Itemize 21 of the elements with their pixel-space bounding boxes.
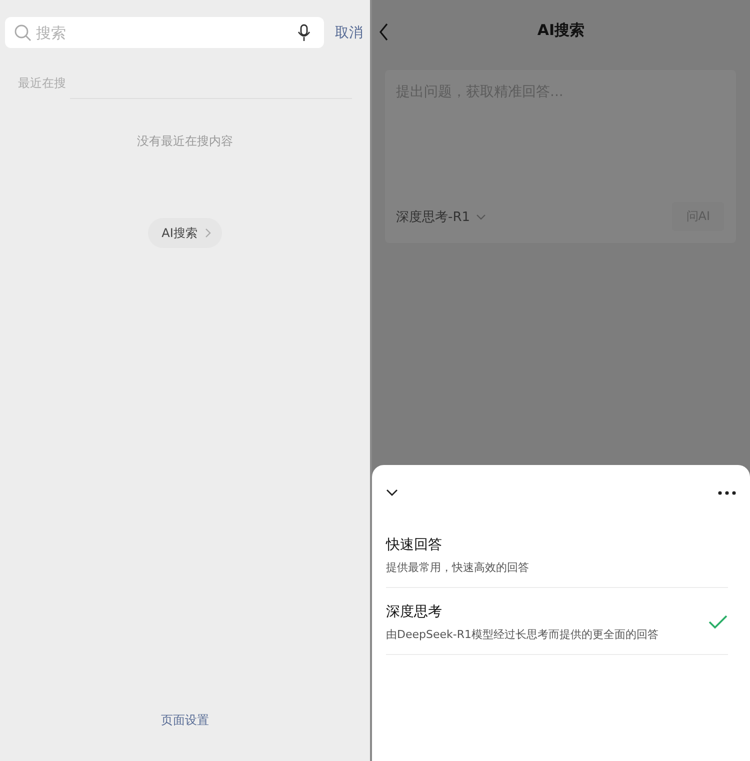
model-selector[interactable]: 深度思考-R1	[396, 208, 486, 226]
chevron-down-icon[interactable]	[386, 489, 398, 497]
more-icon[interactable]	[718, 491, 736, 495]
cancel-link[interactable]: 取消	[335, 24, 363, 42]
section-title: 最近在搜	[18, 75, 66, 92]
microphone-icon	[297, 24, 311, 42]
search-field[interactable]: 搜索	[5, 17, 324, 48]
option-item[interactable]: 快速回答 提供最常用，快速高效的回答	[386, 521, 728, 588]
search-icon	[14, 24, 32, 42]
back-icon[interactable]	[379, 23, 389, 41]
option-description: 提供最常用，快速高效的回答	[386, 560, 529, 574]
page-settings-link[interactable]: 页面设置	[161, 712, 209, 729]
screen-title: AI搜索	[537, 20, 585, 40]
empty-message: 没有最近在搜内容	[136, 133, 234, 150]
option-title: 深度思考	[386, 602, 443, 620]
chevron-right-icon	[205, 228, 212, 238]
option-description: 由DeepSeek-R1模型经过长思考而提供的更全面的回答	[386, 626, 658, 642]
ai-search-button[interactable]: AI搜索	[148, 218, 222, 248]
option-title: 快速回答	[386, 536, 443, 554]
option-item[interactable]: 深度思考 由DeepSeek-R1模型经过长思考而提供的更全面的回答	[386, 588, 728, 655]
chevron-down-icon	[476, 214, 486, 220]
